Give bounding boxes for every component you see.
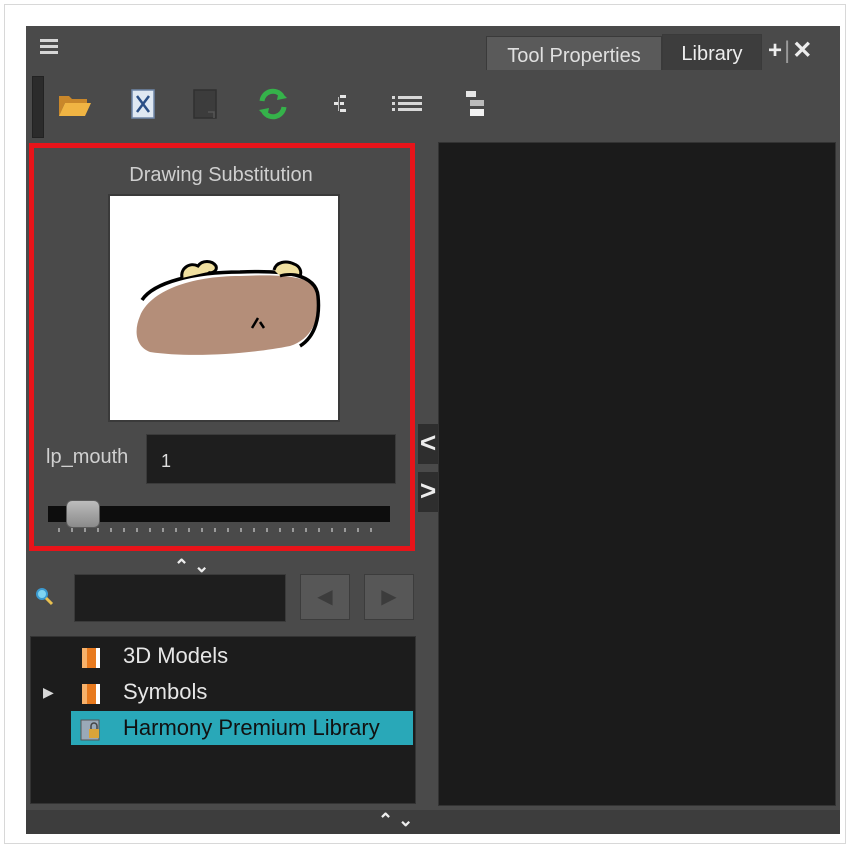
slider-tick [162,528,164,532]
substitution-slider-handle[interactable] [66,500,100,528]
tree-item-harmony-premium-library[interactable]: Harmony Premium Library [31,711,417,745]
refresh-icon [259,88,287,120]
slider-tick [97,528,99,532]
toolbar-grip[interactable] [32,76,44,138]
expand-arrow-icon[interactable]: ▶ [43,675,54,709]
slider-tick [188,528,190,532]
tab-library[interactable]: Library [662,34,762,70]
collapse-down-icon[interactable]: ⌄ [194,556,209,576]
slider-tick [305,528,307,532]
slider-tick [84,528,86,532]
next-result-button[interactable]: ▶ [364,574,414,620]
tree-item-label: Symbols [123,679,208,704]
slider-tick [71,528,73,532]
collapse-left-icon[interactable]: < [418,424,438,464]
tree-item-symbols[interactable]: ▶ Symbols [31,675,417,709]
library-search-input[interactable] [74,574,286,622]
slider-tick [149,528,151,532]
slider-tick [279,528,281,532]
split-view-icon [466,91,484,116]
open-folder-icon [59,96,91,116]
slider-tick [266,528,268,532]
slider-tick [253,528,255,532]
slider-tick [240,528,242,532]
slider-tick [136,528,138,532]
library-content-view[interactable] [438,142,836,806]
slider-tick [344,528,346,532]
slider-ticks [58,528,378,534]
open-folder-button[interactable] [56,84,94,124]
bottom-collapse-bar: ⌃ ⌄ [26,810,840,834]
mouth-drawing-image [136,260,321,355]
tree-view-button[interactable] [322,84,360,124]
cut-drawing-icon [131,89,155,119]
slider-tick [357,528,359,532]
tree-item-label: Harmony Premium Library [123,715,380,740]
tab-actions: +|✕ [768,36,812,65]
library-book-icon [79,681,103,704]
tree-item-label: 3D Models [123,643,229,668]
tree-item-3d-models[interactable]: 3D Models [31,639,417,673]
slider-tick [175,528,177,532]
panel-collapse-controls: ⌃ ⌄ [174,556,274,576]
blank-page-button[interactable] [186,84,224,124]
slider-tick [370,528,372,532]
refresh-button[interactable] [254,84,292,124]
bottom-collapse-up-icon[interactable]: ⌃ [378,810,393,830]
hamburger-menu-icon[interactable] [38,36,62,60]
collapse-up-icon[interactable]: ⌃ [174,556,189,576]
tab-tool-properties[interactable]: Tool Properties [486,36,662,70]
add-tab-icon[interactable]: + [768,37,782,64]
slider-tick [110,528,112,532]
drawing-thumbnail[interactable] [108,194,340,422]
slider-tick [318,528,320,532]
slider-tick [292,528,294,532]
split-view-button[interactable] [456,84,494,124]
list-view-icon [392,96,422,111]
substitution-value-field[interactable]: 1 [146,434,396,484]
tree-view-icon [334,95,346,112]
search-icon[interactable] [34,586,54,606]
blank-page-icon [193,89,217,119]
slider-tick [227,528,229,532]
library-tree: 3D Models ▶ Symbols Harmony Premium Libr… [30,636,416,804]
slider-tick [331,528,333,532]
drawing-layer-label: lp_mouth [46,446,129,468]
tab-actions-separator: | [784,37,791,64]
drawing-substitution-title: Drawing Substitution [129,164,313,186]
cut-drawing-button[interactable] [124,84,162,124]
library-book-icon [79,645,103,668]
locked-library-icon [79,717,103,741]
bottom-collapse-down-icon[interactable]: ⌄ [398,810,413,830]
slider-tick [123,528,125,532]
library-panel-window: Tool Properties Library +|✕ Drawing Subs… [26,26,840,834]
slider-tick [214,528,216,532]
previous-result-button[interactable]: ◀ [300,574,350,620]
slider-tick [201,528,203,532]
list-view-button[interactable] [388,84,426,124]
slider-tick [58,528,60,532]
close-tab-icon[interactable]: ✕ [792,37,812,64]
expand-right-icon[interactable]: > [418,472,438,512]
